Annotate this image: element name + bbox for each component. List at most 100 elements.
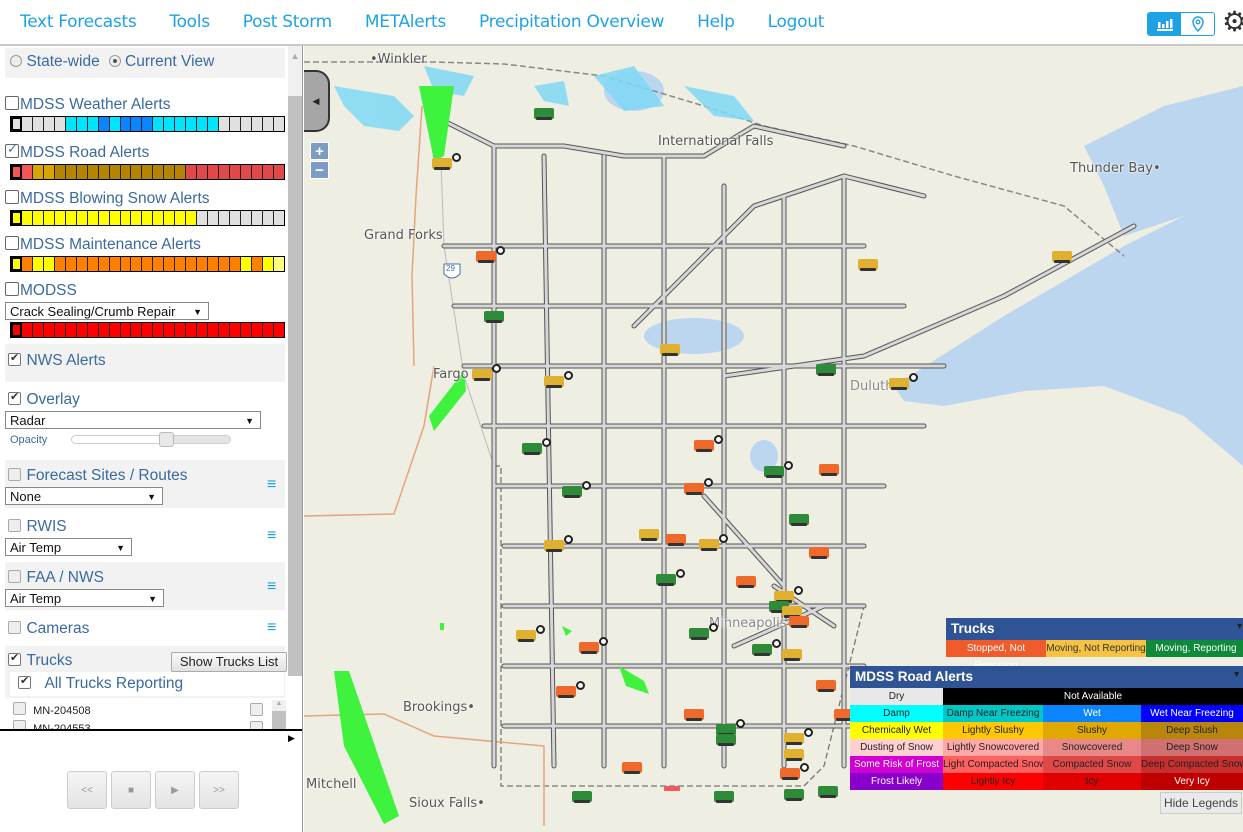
truck-marker-icon[interactable] xyxy=(522,443,542,455)
truck-marker-icon[interactable] xyxy=(562,486,582,498)
truck-marker-icon[interactable] xyxy=(684,483,704,495)
overlay-checkbox[interactable] xyxy=(8,390,21,405)
truck-marker-icon[interactable] xyxy=(572,791,592,803)
opacity-slider[interactable] xyxy=(71,432,231,447)
play-button[interactable]: ▶ xyxy=(155,771,195,809)
truck-marker-icon[interactable] xyxy=(484,311,504,323)
truck-marker-icon[interactable] xyxy=(684,709,704,721)
faa-nws-select[interactable]: Air Temp ▼ xyxy=(5,589,164,607)
truck-marker-icon[interactable] xyxy=(818,786,838,798)
all-trucks-reporting-checkbox[interactable] xyxy=(18,674,31,689)
forecast-sites-select[interactable]: None ▼ xyxy=(5,487,163,505)
nav-logout[interactable]: Logout xyxy=(768,12,825,32)
statewide-label[interactable]: State-wide xyxy=(26,53,99,70)
faa-nws-checkbox[interactable] xyxy=(8,570,21,583)
mdss-road-alerts-checkbox[interactable] xyxy=(5,141,19,158)
list-icon[interactable]: ≡ xyxy=(267,476,276,494)
overlay-select[interactable]: Radar ▼ xyxy=(5,411,261,429)
mdss-weather-alerts-checkbox[interactable] xyxy=(5,96,19,110)
truck-secondary-checkbox[interactable] xyxy=(250,703,263,716)
truck-marker-icon[interactable] xyxy=(789,514,809,526)
dropdown-arrow-icon[interactable]: ▼ xyxy=(1232,669,1241,679)
map-view[interactable]: 29 •Winkler International Falls Thunder … xyxy=(304,46,1243,832)
rewind-button[interactable]: << xyxy=(67,771,107,809)
truck-marker-icon[interactable] xyxy=(694,440,714,452)
truck-marker-icon[interactable] xyxy=(780,768,800,780)
road-alerts-legend-header[interactable]: MDSS Road Alerts ▼ xyxy=(850,666,1243,688)
nav-text-forecasts[interactable]: Text Forecasts xyxy=(20,12,137,32)
sidebar-scrollbar[interactable] xyxy=(288,96,302,676)
truck-marker-icon[interactable] xyxy=(476,251,496,263)
truck-marker-icon[interactable] xyxy=(889,378,909,390)
truck-marker-icon[interactable] xyxy=(516,630,536,642)
forecast-sites-checkbox[interactable] xyxy=(8,468,21,481)
truck-marker-icon[interactable] xyxy=(716,734,736,746)
current-view-radio[interactable] xyxy=(108,55,121,67)
truck-marker-icon[interactable] xyxy=(809,547,829,559)
truck-marker-icon[interactable] xyxy=(816,680,836,692)
truck-marker-icon[interactable] xyxy=(534,108,554,120)
truck-marker-icon[interactable] xyxy=(782,649,802,661)
collapse-sidebar-button[interactable]: ◀ xyxy=(304,70,330,132)
truck-marker-icon[interactable] xyxy=(784,789,804,801)
truck-marker-icon[interactable] xyxy=(544,540,564,552)
chart-view-button[interactable] xyxy=(1148,13,1181,35)
truck-marker-icon[interactable] xyxy=(639,529,659,541)
truck-list-item[interactable]: MN-204508 xyxy=(13,702,91,717)
truck-marker-icon[interactable] xyxy=(666,534,686,546)
nav-tools[interactable]: Tools xyxy=(169,12,210,32)
fast-forward-button[interactable]: >> xyxy=(199,771,239,809)
nws-alerts-checkbox[interactable] xyxy=(8,351,21,366)
truck-marker-icon[interactable] xyxy=(660,344,680,356)
truck-marker-icon[interactable] xyxy=(816,364,836,376)
truck-marker-icon[interactable] xyxy=(432,158,452,170)
truck-marker-icon[interactable] xyxy=(544,376,564,388)
statewide-radio[interactable] xyxy=(10,55,22,67)
list-icon[interactable]: ≡ xyxy=(267,619,276,637)
truck-marker-icon[interactable] xyxy=(699,539,719,551)
truck-marker-icon[interactable] xyxy=(579,642,599,654)
truck-marker-icon[interactable] xyxy=(1052,251,1072,263)
truck-marker-icon[interactable] xyxy=(784,749,804,761)
hide-legends-button[interactable]: Hide Legends xyxy=(1160,792,1242,814)
trucks-legend-header[interactable]: Trucks ▼ xyxy=(946,618,1243,640)
truck-marker-icon[interactable] xyxy=(819,464,839,476)
cameras-checkbox[interactable] xyxy=(8,621,21,634)
truck-marker-icon[interactable] xyxy=(789,616,809,628)
truck-marker-icon[interactable] xyxy=(764,466,784,478)
truck-marker-icon[interactable] xyxy=(784,733,804,745)
zoom-out-button[interactable]: − xyxy=(310,161,329,179)
mdss-maintenance-checkbox[interactable] xyxy=(5,236,19,250)
truck-marker-icon[interactable] xyxy=(656,574,676,586)
mdss-blowing-snow-checkbox[interactable] xyxy=(5,190,19,204)
nav-post-storm[interactable]: Post Storm xyxy=(243,12,332,32)
scrollbar-up-arrow[interactable]: ▲ xyxy=(288,46,302,96)
expand-arrow-icon[interactable]: ▶ xyxy=(288,733,295,744)
nav-help[interactable]: Help xyxy=(697,12,735,32)
zoom-in-button[interactable]: + xyxy=(310,142,329,160)
truck-marker-icon[interactable] xyxy=(556,686,576,698)
show-trucks-list-button[interactable]: Show Trucks List xyxy=(171,652,287,672)
gear-icon[interactable]: ⚙ xyxy=(1222,8,1243,36)
opacity-slider-handle[interactable] xyxy=(158,432,174,447)
modss-select[interactable]: Crack Sealing/Crumb Repair ▼ xyxy=(5,302,209,320)
dropdown-arrow-icon[interactable]: ▼ xyxy=(1235,621,1243,631)
truck-marker-icon[interactable] xyxy=(858,259,878,271)
rwis-checkbox[interactable] xyxy=(8,519,21,532)
truck-marker-icon[interactable] xyxy=(736,576,756,588)
map-view-button[interactable] xyxy=(1181,13,1214,35)
truck-marker-icon[interactable] xyxy=(714,791,734,803)
truck-marker-icon[interactable] xyxy=(622,762,642,774)
nav-metalerts[interactable]: METAlerts xyxy=(365,12,446,32)
list-icon[interactable]: ≡ xyxy=(267,527,276,545)
nav-precipitation-overview[interactable]: Precipitation Overview xyxy=(479,12,664,32)
current-view-label[interactable]: Current View xyxy=(125,53,214,70)
rwis-select[interactable]: Air Temp ▼ xyxy=(5,538,132,556)
stop-button[interactable]: ■ xyxy=(111,771,151,809)
trucks-checkbox[interactable] xyxy=(8,651,21,666)
truck-checkbox[interactable] xyxy=(13,702,26,715)
truck-marker-icon[interactable] xyxy=(689,628,709,640)
list-icon[interactable]: ≡ xyxy=(267,578,276,596)
truck-marker-icon[interactable] xyxy=(472,369,492,381)
truck-marker-icon[interactable] xyxy=(752,644,772,656)
